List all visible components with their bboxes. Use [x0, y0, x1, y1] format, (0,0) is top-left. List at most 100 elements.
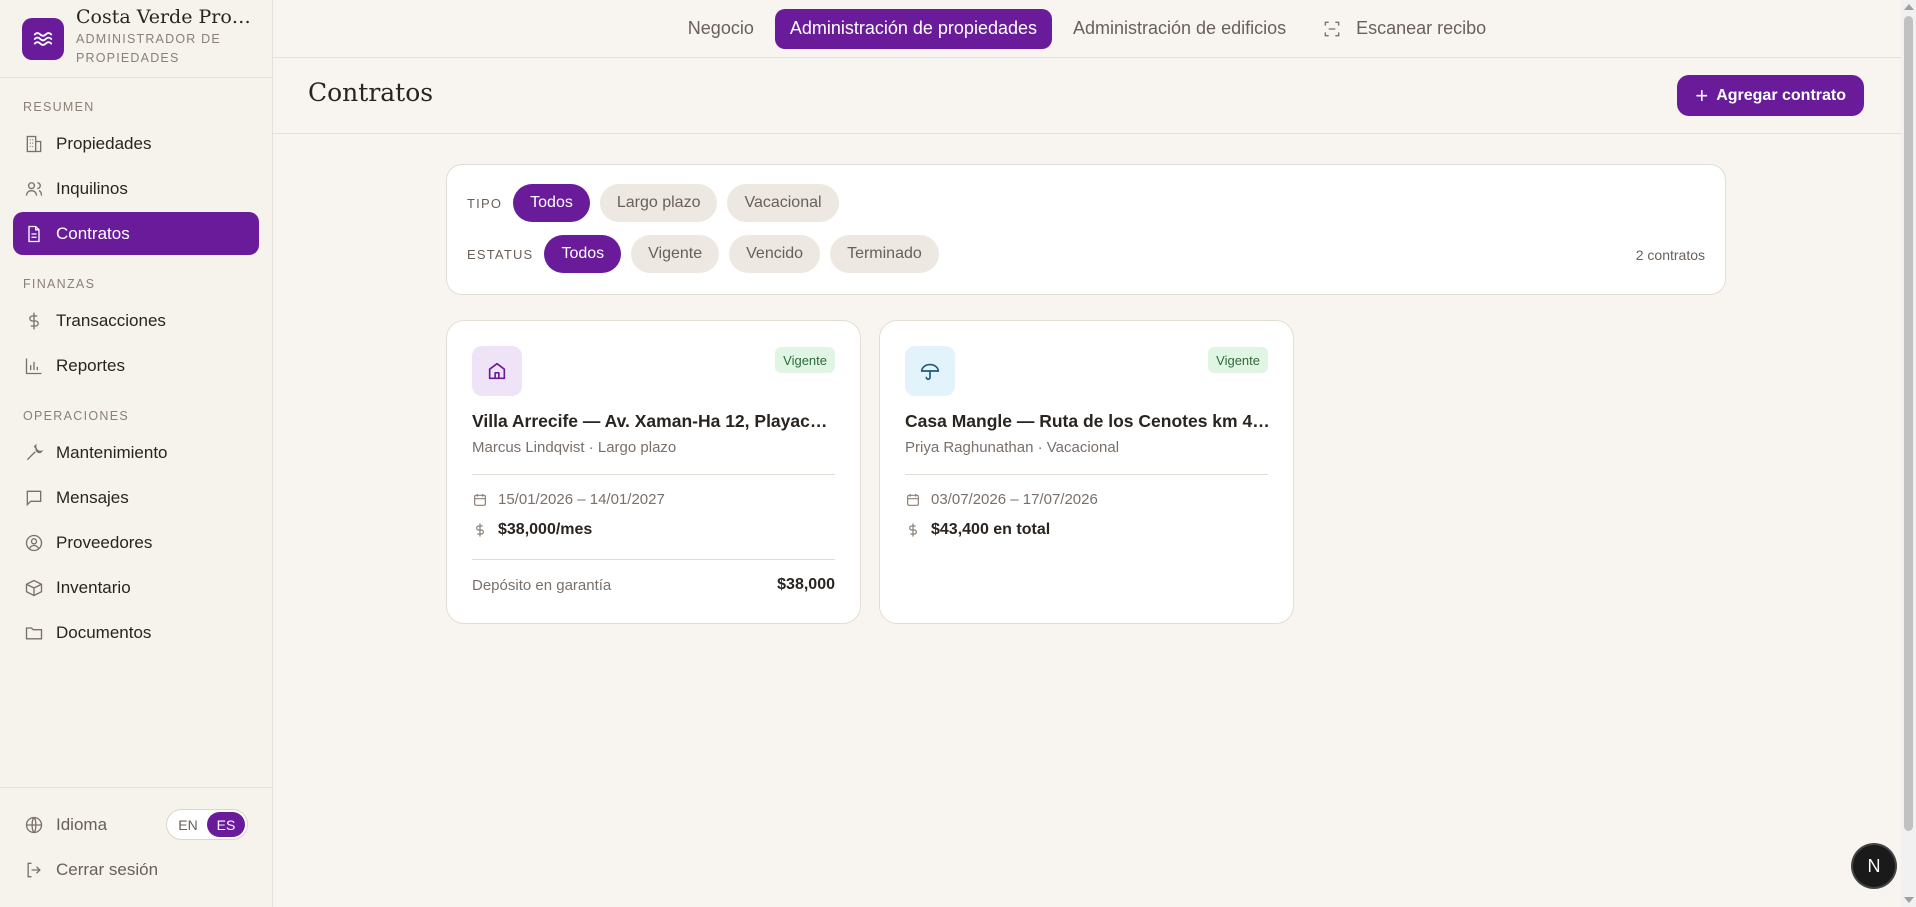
sidebar-item-inquilinos[interactable]: Inquilinos	[13, 167, 259, 210]
contract-title: Casa Mangle — Ruta de los Cenotes km 4, …	[905, 411, 1270, 431]
tipo-filter-row: TIPO Todos Largo plazo Vacacional	[467, 184, 849, 222]
building-icon	[26, 135, 42, 152]
divider	[905, 474, 1268, 475]
sidebar-item-label: Reportes	[56, 355, 125, 375]
sidebar-item-contratos[interactable]: Contratos	[13, 212, 259, 255]
sidebar-item-transacciones[interactable]: Transacciones	[13, 299, 259, 342]
sidebar-item-documentos[interactable]: Documentos	[13, 611, 259, 654]
wrench-icon	[26, 443, 44, 460]
deposit-value: $38,000	[777, 576, 835, 593]
brand-name: Costa Verde Proper...	[76, 6, 256, 28]
estatus-chip-todos[interactable]: Todos	[544, 235, 622, 273]
sidebar-item-label: Mantenimiento	[56, 442, 168, 462]
estatus-chip-vencido[interactable]: Vencido	[729, 235, 821, 273]
dollar-icon	[909, 523, 917, 537]
dollar-icon	[476, 523, 484, 537]
users-icon	[25, 181, 43, 196]
tab-administracion-propiedades[interactable]: Administración de propiedades	[774, 8, 1052, 49]
floating-n-button[interactable]: N	[1853, 845, 1895, 887]
sidebar-item-proveedores[interactable]: Proveedores	[13, 521, 259, 564]
estatus-label: ESTATUS	[467, 246, 534, 262]
home-icon	[472, 346, 522, 396]
status-badge: Vigente	[1208, 347, 1268, 373]
contracts-count: 2 contratos	[1635, 247, 1705, 263]
logout-label: Cerrar sesión	[56, 859, 159, 879]
sidebar-item-propiedades[interactable]: Propiedades	[13, 122, 259, 165]
umbrella-icon	[905, 346, 955, 396]
message-icon	[26, 490, 42, 506]
estatus-filter-row: ESTATUS Todos Vigente Vencido Terminado	[467, 235, 949, 273]
top-navigation: Negocio Administración de propiedades Ad…	[273, 0, 1901, 58]
sidebar-item-label: Transacciones	[56, 310, 166, 330]
contract-card[interactable]: Vigente Casa Mangle — Ruta de los Cenote…	[879, 320, 1294, 624]
lang-es-option[interactable]: ES	[207, 812, 245, 837]
scroll-down-arrow[interactable]	[1904, 897, 1914, 903]
contract-amount-row: $38,000/mes	[472, 521, 592, 539]
tipo-chip-vacacional[interactable]: Vacacional	[727, 184, 839, 222]
tipo-label: TIPO	[467, 195, 503, 211]
contract-dates: 03/07/2026 – 17/07/2026	[931, 491, 1098, 508]
contract-subtitle: Marcus Lindqvist · Largo plazo	[472, 439, 677, 456]
sidebar-item-mensajes[interactable]: Mensajes	[13, 476, 259, 519]
tab-negocio[interactable]: Negocio	[673, 9, 769, 49]
sidebar-item-label: Proveedores	[56, 532, 153, 552]
language-row: Idioma EN ES	[0, 802, 273, 847]
box-icon	[25, 579, 43, 596]
tab-label: Escanear recibo	[1356, 18, 1487, 38]
tab-administracion-edificios[interactable]: Administración de edificios	[1058, 9, 1301, 49]
language-label: Idioma	[56, 814, 108, 834]
brand-subtitle: ADMINISTRADOR DE PROPIEDADES	[76, 32, 221, 65]
page-header: Contratos + Agregar contrato	[273, 58, 1901, 134]
contract-dates-row: 15/01/2026 – 14/01/2027	[472, 491, 665, 508]
user-circle-icon	[25, 534, 43, 551]
sidebar-item-label: Inquilinos	[56, 178, 128, 198]
logout-button[interactable]: Cerrar sesión	[0, 847, 273, 892]
section-title-resumen: RESUMEN	[23, 100, 95, 114]
tab-escanear-recibo[interactable]: Escanear recibo	[1307, 9, 1501, 49]
divider	[472, 474, 835, 475]
brand[interactable]: Costa Verde Proper... ADMINISTRADOR DE P…	[0, 0, 272, 78]
scroll-up-arrow[interactable]	[1904, 4, 1914, 10]
plus-icon: +	[1695, 82, 1709, 108]
contract-dates: 15/01/2026 – 14/01/2027	[498, 491, 665, 508]
contract-amount: $43,400 en total	[931, 521, 1051, 538]
sidebar-item-label: Contratos	[56, 223, 130, 243]
sidebar-item-reportes[interactable]: Reportes	[13, 344, 259, 387]
calendar-icon	[474, 493, 486, 506]
scrollbar[interactable]	[1901, 0, 1916, 907]
scan-icon	[1324, 21, 1340, 36]
logout-icon	[27, 862, 41, 877]
contract-amount: $38,000/mes	[498, 521, 593, 538]
contract-subtitle: Priya Raghunathan · Vacacional	[905, 439, 1120, 456]
add-contract-label: Agregar contrato	[1716, 86, 1846, 104]
sidebar-item-label: Propiedades	[56, 133, 152, 153]
divider	[472, 559, 835, 560]
contract-title: Villa Arrecife — Av. Xaman-Ha 12, Playac…	[472, 411, 837, 431]
tipo-chip-todos[interactable]: Todos	[513, 184, 590, 222]
section-title-operaciones: OPERACIONES	[23, 409, 129, 423]
lang-en-option[interactable]: EN	[169, 812, 207, 837]
sidebar-item-inventario[interactable]: Inventario	[13, 566, 259, 609]
globe-icon	[25, 816, 43, 833]
page-title: Contratos	[308, 78, 434, 107]
contract-card[interactable]: Vigente Villa Arrecife — Av. Xaman-Ha 12…	[446, 320, 861, 624]
deposit-label: Depósito en garantía	[472, 577, 612, 594]
sidebar-item-label: Inventario	[56, 577, 131, 597]
wave-icon	[22, 18, 64, 60]
sidebar-footer: Idioma EN ES Cerrar sesión	[0, 787, 273, 907]
scroll-thumb[interactable]	[1904, 16, 1913, 831]
estatus-chip-vigente[interactable]: Vigente	[631, 235, 720, 273]
sidebar-item-label: Documentos	[56, 622, 152, 642]
add-contract-button[interactable]: + Agregar contrato	[1677, 75, 1864, 116]
tipo-chip-largo-plazo[interactable]: Largo plazo	[599, 184, 718, 222]
status-badge: Vigente	[775, 347, 835, 373]
sidebar-item-label: Mensajes	[56, 487, 129, 507]
dollar-icon	[29, 312, 39, 329]
estatus-chip-terminado[interactable]: Terminado	[830, 235, 939, 273]
sidebar: Costa Verde Proper... ADMINISTRADOR DE P…	[0, 0, 273, 907]
language-toggle[interactable]: EN ES	[166, 809, 248, 840]
folder-icon	[25, 626, 43, 639]
section-title-finanzas: FINANZAS	[23, 277, 96, 291]
filters-panel: TIPO Todos Largo plazo Vacacional ESTATU…	[446, 164, 1726, 295]
sidebar-item-mantenimiento[interactable]: Mantenimiento	[13, 431, 259, 474]
